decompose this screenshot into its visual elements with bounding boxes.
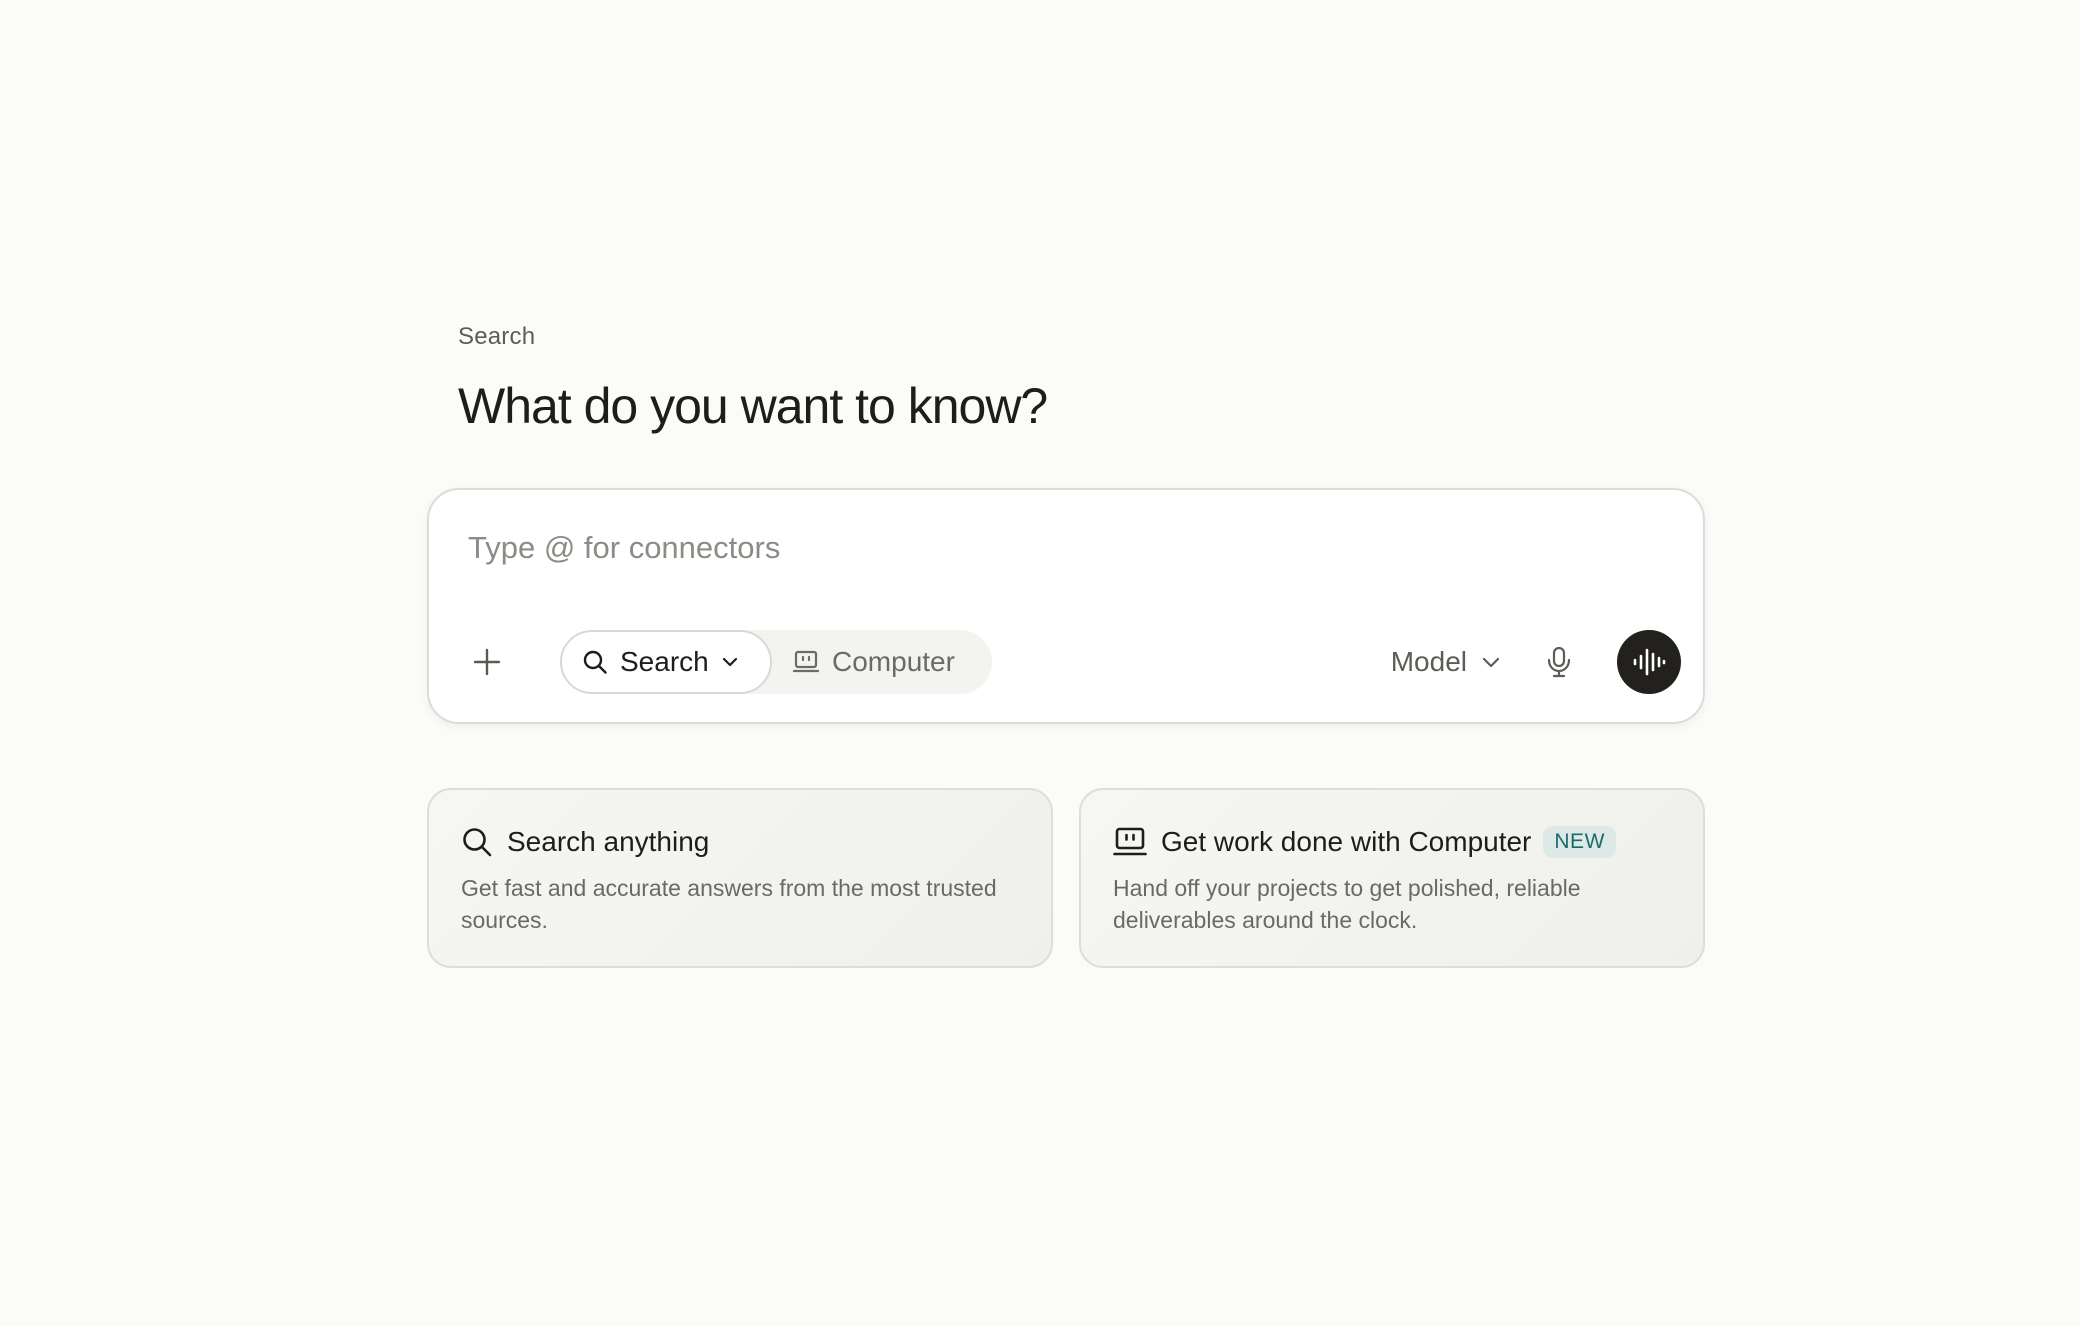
composer-toolbar: Search Computer Model: [451, 630, 1681, 694]
computer-icon: [1113, 827, 1147, 856]
card-title: Search anything: [507, 826, 710, 857]
chevron-down-icon: [721, 653, 739, 671]
card-description: Get fast and accurate answers from the m…: [461, 875, 997, 933]
card-description: Hand off your projects to get polished, …: [1113, 875, 1581, 933]
microphone-button[interactable]: [1535, 638, 1583, 686]
model-label: Model: [1390, 646, 1467, 677]
search-icon: [463, 828, 492, 857]
microphone-icon: [1547, 646, 1571, 678]
card-title: Get work done with Computer: [1161, 826, 1532, 857]
card-search-anything[interactable]: Search anything Get fast and accurate an…: [427, 788, 1053, 968]
page: Search What do you want to know? Type @ …: [0, 0, 2080, 1326]
main-content: Search What do you want to know? Type @ …: [427, 318, 1705, 968]
query-input[interactable]: [468, 524, 1648, 572]
plus-icon: [473, 648, 501, 676]
mode-selector: Search Computer: [560, 630, 992, 694]
card-title-row: Search anything: [461, 822, 1019, 862]
new-badge: NEW: [1543, 826, 1616, 858]
voice-waveform-icon: [1633, 648, 1666, 676]
computer-icon: [792, 650, 820, 673]
attach-button[interactable]: [463, 638, 511, 686]
mode-search-button[interactable]: Search: [560, 630, 772, 694]
card-title-row: Get work done with Computer NEW: [1113, 822, 1671, 862]
model-selector-button[interactable]: Model: [1391, 630, 1501, 694]
feature-cards: Search anything Get fast and accurate an…: [427, 788, 1705, 968]
voice-mode-button[interactable]: [1617, 630, 1681, 694]
search-icon: [583, 650, 607, 674]
page-eyebrow: Search: [458, 323, 536, 350]
page-title: What do you want to know?: [458, 378, 1048, 434]
mode-computer-label: Computer: [832, 646, 955, 677]
mode-computer-button[interactable]: Computer: [792, 630, 955, 694]
mode-search-label: Search: [620, 646, 709, 677]
composer: Search Computer: [427, 488, 1705, 724]
card-computer[interactable]: Get work done with Computer NEW Hand off…: [1079, 788, 1705, 968]
chevron-down-icon: [1481, 652, 1501, 672]
